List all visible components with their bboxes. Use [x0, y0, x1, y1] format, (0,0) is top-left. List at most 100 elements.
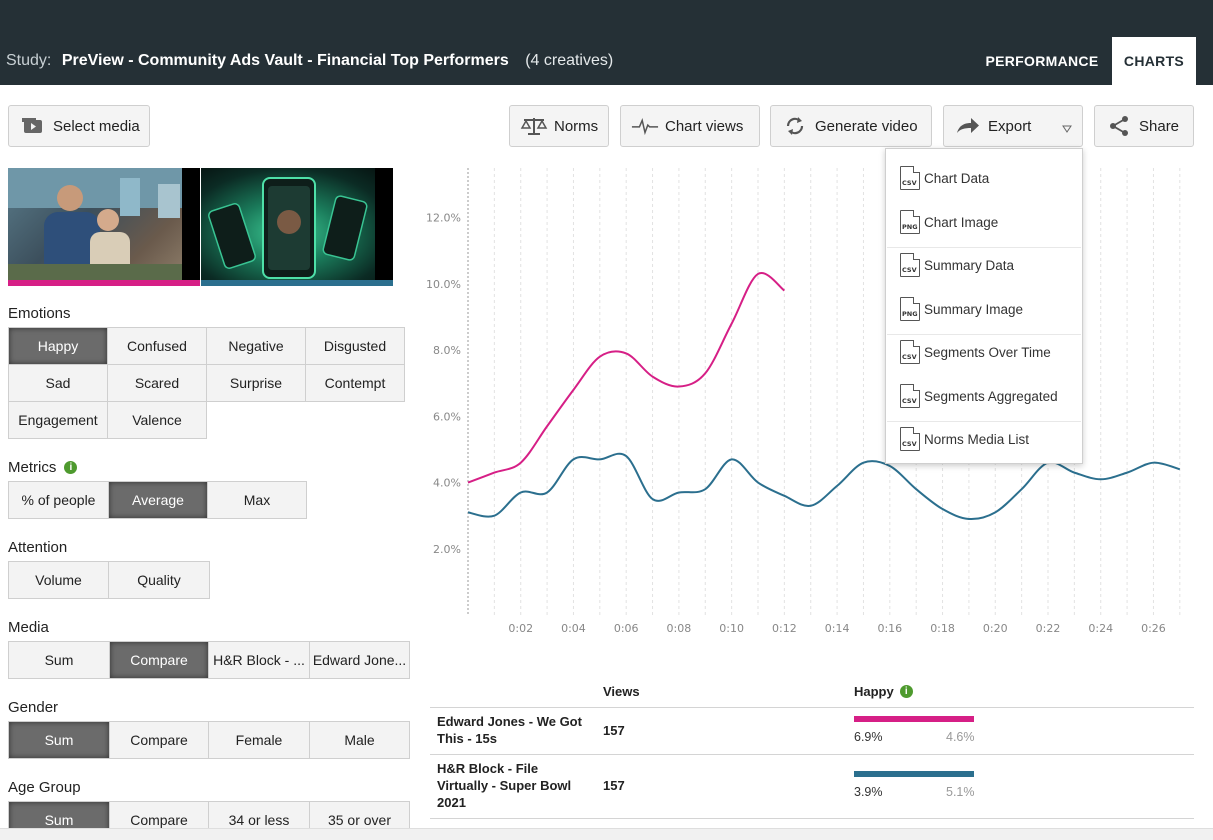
select-media-button[interactable]: Select media	[8, 105, 150, 147]
x-tick-label: 0:08	[667, 622, 692, 635]
emotions-options: Happy Confused Negative Disgusted Sad Sc…	[8, 327, 405, 439]
select-media-label: Select media	[53, 117, 140, 135]
emotions-heading: Emotions	[8, 305, 71, 322]
generate-video-button[interactable]: Generate video	[770, 105, 932, 147]
emotion-happy[interactable]: Happy	[9, 328, 108, 365]
metric-average[interactable]: Average	[109, 482, 208, 519]
series-bar-pink	[854, 716, 974, 722]
x-tick-label: 0:12	[772, 622, 797, 635]
y-tick-label: 4.0%	[433, 477, 461, 490]
x-tick-label: 0:14	[825, 622, 850, 635]
attention-volume[interactable]: Volume	[9, 562, 109, 599]
csv-file-icon: CSV	[900, 384, 920, 408]
x-tick-label: 0:16	[877, 622, 902, 635]
emotion-engagement[interactable]: Engagement	[9, 402, 108, 439]
table-row-views: 157	[603, 778, 625, 793]
x-tick-label: 0:22	[1036, 622, 1061, 635]
export-item-label: Chart Image	[924, 214, 999, 230]
info-icon[interactable]: i	[64, 461, 78, 474]
export-segments-aggregated[interactable]: CSV Segments Aggregated	[886, 374, 1082, 418]
forward-arrow-icon	[954, 115, 982, 137]
balance-scale-icon	[520, 115, 548, 137]
refresh-icon	[781, 115, 809, 137]
export-norms-media-list[interactable]: CSV Norms Media List	[886, 417, 1082, 461]
export-button[interactable]: Export	[943, 105, 1083, 147]
emotion-line-chart[interactable]: 2.0% 4.0% 6.0% 8.0% 10.0% 12.0% 0:02 0:04 0:06 0:…	[425, 160, 1213, 640]
attention-quality[interactable]: Quality	[109, 562, 210, 599]
bottom-scroll-area	[0, 828, 1213, 840]
pulse-line-icon	[631, 115, 659, 137]
x-tick-label: 0:18	[930, 622, 955, 635]
chart-views-label: Chart views	[665, 117, 744, 135]
study-name: PreView - Community Ads Vault - Financia…	[61, 52, 509, 69]
emotion-disgusted[interactable]: Disgusted	[306, 328, 405, 365]
emotion-confused[interactable]: Confused	[108, 328, 207, 365]
media-thumbnail-edward-jones[interactable]	[8, 168, 200, 286]
export-summary-data[interactable]: CSV Summary Data	[886, 243, 1082, 287]
metrics-heading: Metrics i	[8, 459, 78, 476]
export-segments-over-time[interactable]: CSV Segments Over Time	[886, 330, 1082, 374]
tab-performance[interactable]: PERFORMANCE	[980, 37, 1104, 85]
x-tick-label: 0:04	[561, 622, 586, 635]
export-chart-data[interactable]: CSV Chart Data	[886, 156, 1082, 200]
export-item-label: Segments Aggregated	[924, 388, 1058, 404]
export-chart-image[interactable]: PNG Chart Image	[886, 200, 1082, 244]
y-tick-label: 12.0%	[426, 212, 461, 225]
column-header-views: Views	[603, 684, 640, 699]
metric-max[interactable]: Max	[208, 482, 307, 519]
emotion-surprise[interactable]: Surprise	[207, 365, 306, 402]
table-divider	[430, 818, 1194, 819]
x-tick-label: 0:26	[1141, 622, 1166, 635]
export-summary-image[interactable]: PNG Summary Image	[886, 287, 1082, 331]
y-tick-label: 6.0%	[433, 410, 461, 423]
media-compare[interactable]: Compare	[110, 642, 209, 679]
png-file-icon: PNG	[900, 297, 920, 321]
y-tick-label: 8.0%	[433, 344, 461, 357]
chart-views-button[interactable]: Chart views	[620, 105, 760, 147]
gender-female[interactable]: Female	[209, 722, 310, 759]
table-divider	[430, 707, 1194, 708]
media-sum[interactable]: Sum	[9, 642, 110, 679]
emotion-contempt[interactable]: Contempt	[306, 365, 405, 402]
media-options: Sum Compare H&R Block - ... Edward Jone.…	[8, 641, 410, 679]
share-icon	[1105, 115, 1133, 137]
export-item-label: Summary Data	[924, 257, 1015, 273]
series-color-strip	[8, 280, 200, 286]
export-item-label: Norms Media List	[924, 431, 1030, 447]
media-heading: Media	[8, 619, 49, 636]
gender-male[interactable]: Male	[310, 722, 410, 759]
emotion-scared[interactable]: Scared	[108, 365, 207, 402]
x-tick-label: 0:24	[1088, 622, 1113, 635]
attention-options: Volume Quality	[8, 561, 210, 599]
column-header-metric: Happy i	[854, 684, 913, 699]
metric-percent-people[interactable]: % of people	[9, 482, 109, 519]
table-row-value: 6.9%	[854, 730, 883, 744]
emotion-negative[interactable]: Negative	[207, 328, 306, 365]
table-row-name: H&R Block - File Virtually - Super Bowl …	[437, 761, 572, 810]
series-color-strip	[201, 280, 393, 286]
info-icon[interactable]: i	[899, 685, 913, 698]
norms-button[interactable]: Norms	[509, 105, 609, 147]
metrics-options: % of people Average Max	[8, 481, 307, 519]
tab-charts[interactable]: CHARTS	[1112, 37, 1196, 85]
csv-file-icon: CSV	[900, 253, 920, 277]
norms-label: Norms	[554, 117, 599, 135]
table-row-views: 157	[603, 723, 625, 738]
series-bar-teal	[854, 771, 974, 777]
x-tick-label: 0:06	[614, 622, 639, 635]
media-thumbnail-hr-block[interactable]	[201, 168, 393, 286]
export-item-label: Segments Over Time	[924, 344, 1051, 360]
media-edward-jones[interactable]: Edward Jone...	[310, 642, 410, 679]
export-label: Export	[988, 117, 1032, 135]
share-button[interactable]: Share	[1094, 105, 1194, 147]
study-label: Study:	[6, 52, 52, 69]
letterbox-bar	[375, 168, 393, 280]
emotion-sad[interactable]: Sad	[9, 365, 108, 402]
letterbox-bar	[182, 168, 200, 280]
share-label: Share	[1139, 117, 1180, 135]
gender-compare[interactable]: Compare	[110, 722, 209, 759]
emotion-valence[interactable]: Valence	[108, 402, 207, 439]
media-hr-block[interactable]: H&R Block - ...	[209, 642, 310, 679]
gender-sum[interactable]: Sum	[9, 722, 110, 759]
export-item-label: Chart Data	[924, 170, 990, 186]
